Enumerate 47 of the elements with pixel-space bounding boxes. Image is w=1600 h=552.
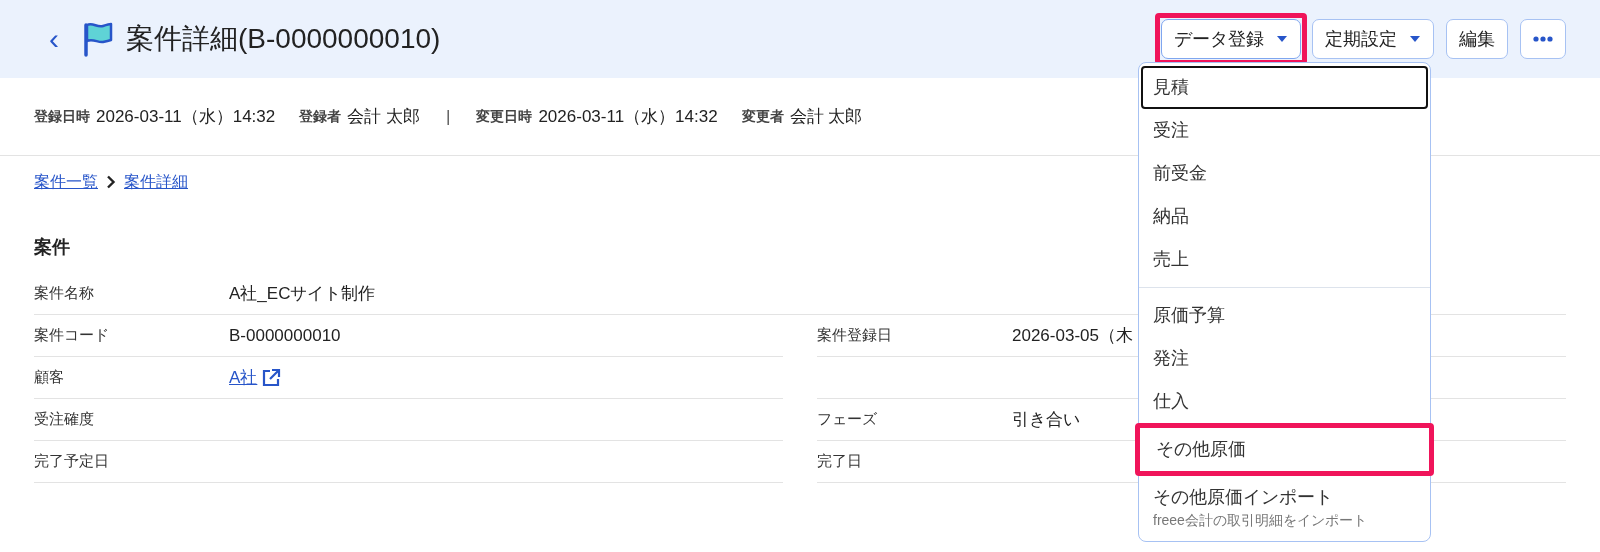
menu-item[interactable]: 納品 <box>1141 195 1428 238</box>
caret-icon <box>1276 35 1288 43</box>
field-label: 受注確度 <box>34 409 95 430</box>
menu-item[interactable]: 仕入 <box>1141 380 1428 423</box>
more-button[interactable] <box>1520 19 1566 59</box>
meta-value: 2026-03-11（水）14:32 <box>538 105 718 128</box>
field-value: A社_ECサイト制作 <box>229 282 376 305</box>
menu-item[interactable]: 見積 <box>1141 66 1428 109</box>
back-button[interactable]: ‹ <box>34 24 74 54</box>
field-label: 案件コード <box>34 325 110 346</box>
field-value: 2026-03-05（木 <box>1012 324 1133 347</box>
field-label: 案件登録日 <box>817 325 893 346</box>
meta-label: 登録日時 <box>34 107 90 126</box>
menu-item[interactable]: その他原価インポート freee会計の取引明細をインポート <box>1141 476 1428 538</box>
menu-item[interactable]: 売上 <box>1141 238 1428 281</box>
edit-button[interactable]: 編集 <box>1446 19 1508 59</box>
chevron-icon <box>106 175 116 189</box>
meta-value: 2026-03-11（水）14:32 <box>96 105 276 128</box>
customer-link[interactable]: A社 <box>229 364 282 391</box>
more-icon <box>1533 36 1553 42</box>
dropdown-button[interactable]: 定期設定 <box>1312 19 1434 59</box>
page-title: 案件詳細(B-0000000010) <box>126 22 441 56</box>
separator: | <box>446 105 451 128</box>
menu-item[interactable]: 発注 <box>1141 337 1428 380</box>
meta-value: 会計 太郎 <box>789 105 863 128</box>
flag-icon <box>82 21 114 57</box>
breadcrumb-link[interactable]: 案件詳細 <box>124 170 188 194</box>
menu-item[interactable]: 前受金 <box>1141 152 1428 195</box>
dropdown-button[interactable]: データ登録 <box>1161 19 1301 59</box>
field-label: フェーズ <box>817 409 878 430</box>
caret-icon <box>1409 35 1421 43</box>
meta-label: 変更日時 <box>476 107 533 126</box>
field-value: 引き合い <box>1012 408 1080 431</box>
field-label: 案件名称 <box>34 283 95 304</box>
field-label: 完了予定日 <box>34 451 110 472</box>
meta-label: 登録者 <box>299 107 342 126</box>
menu-item[interactable]: 原価予算 <box>1141 294 1428 337</box>
menu-item[interactable]: その他原価 <box>1144 428 1425 471</box>
field-label: 完了日 <box>817 451 863 472</box>
meta-value: 会計 太郎 <box>347 105 420 128</box>
breadcrumb-link[interactable]: 案件一覧 <box>34 170 98 194</box>
field-value: B-0000000010 <box>229 324 341 347</box>
menu-item[interactable]: 受注 <box>1141 109 1428 152</box>
section-title: 案件 <box>34 236 70 259</box>
meta-label: 変更者 <box>741 107 784 126</box>
external-link-icon <box>261 367 282 388</box>
field-label: 顧客 <box>34 367 65 388</box>
